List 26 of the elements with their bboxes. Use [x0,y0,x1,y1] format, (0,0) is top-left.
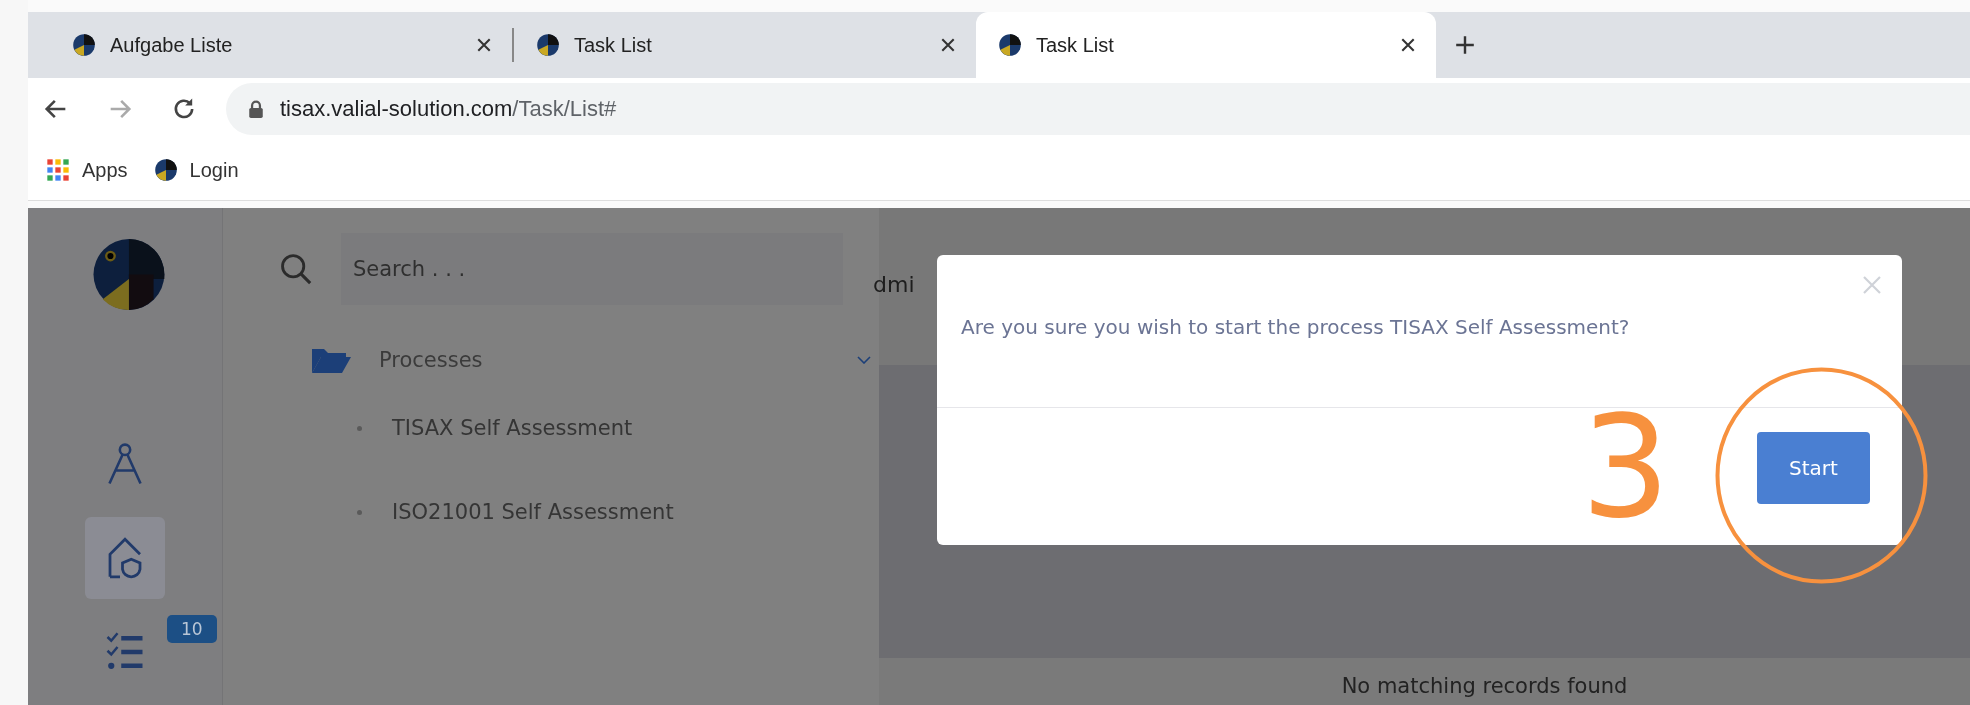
site-logo-icon [153,158,178,182]
close-icon[interactable] [1400,37,1416,53]
site-logo-icon [536,33,560,57]
search-icon [279,252,313,286]
search-field[interactable]: Search . . . [341,233,843,305]
close-icon[interactable] [940,37,956,53]
browser-tab[interactable]: Aufgabe Liste [50,12,512,78]
new-tab-icon[interactable] [1454,34,1476,56]
compass-icon [105,442,145,486]
start-button[interactable]: Start [1757,431,1870,504]
browser-tab[interactable]: Task List [514,12,976,78]
sidebar-item[interactable] [85,517,165,599]
lock-icon [248,100,264,118]
close-icon[interactable] [476,37,492,53]
site-logo-icon [998,33,1022,57]
step-number: 3 [1581,413,1671,523]
bookmark[interactable]: Apps [46,158,128,182]
dialog-message: Are you sure you wish to start the process TISAX Self Assessment? [961,315,1630,339]
page-heading: dmi [873,272,915,297]
address-bar[interactable]: tisax.valial-solution.com/Task/List# [226,83,1970,135]
bookmark[interactable]: Login [153,158,239,182]
empty-table-message: No matching records found [1341,674,1628,698]
browser-tab[interactable]: Task List [976,12,1436,78]
count-badge: 10 [167,615,217,643]
apps-grid-icon [46,158,70,182]
site-logo-icon [72,33,96,57]
